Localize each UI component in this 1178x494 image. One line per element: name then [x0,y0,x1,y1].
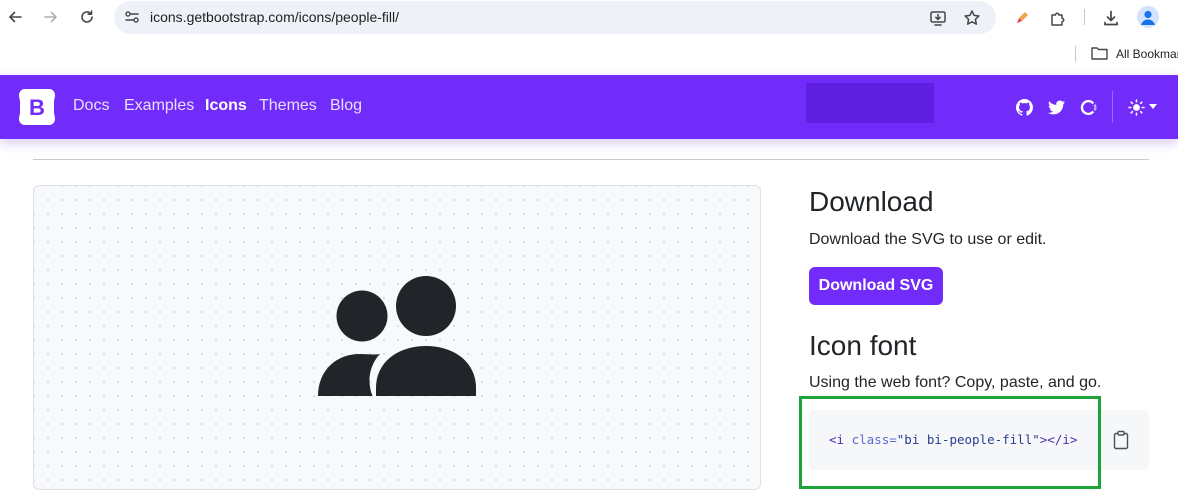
download-description: Download the SVG to use or edit. [809,231,1047,248]
back-icon[interactable] [4,6,26,28]
toolbar-separator [1084,9,1085,25]
download-icon[interactable] [1100,7,1122,29]
icon-font-description: Using the web font? Copy, paste, and go. [809,374,1102,391]
bootstrap-logo[interactable]: B [18,89,56,125]
pen-extension-icon[interactable] [1011,7,1033,29]
forward-icon[interactable] [40,6,62,28]
caret-down-icon [1149,104,1157,109]
download-heading: Download [809,186,934,217]
navbar-separator [1112,91,1113,123]
icon-font-heading: Icon font [809,330,917,361]
theme-toggle[interactable] [1128,97,1160,117]
twitter-icon[interactable] [1047,98,1065,116]
opencollective-icon[interactable] [1079,98,1097,116]
bookmarks-separator [1075,46,1076,62]
icon-preview-panel [33,185,761,490]
github-icon[interactable] [1015,98,1033,116]
brand-letter: B [29,95,45,120]
highlight-box [799,396,1101,489]
puzzle-icon[interactable] [1047,7,1069,29]
star-icon[interactable] [962,8,982,28]
reload-icon[interactable] [76,6,98,28]
all-bookmarks-link[interactable]: All Bookmar [1116,47,1178,61]
nav-link-themes[interactable]: Themes [259,97,317,115]
site-navbar: B Docs Examples Icons Themes Blog [0,75,1178,139]
nav-link-blog[interactable]: Blog [330,97,362,115]
browser-toolbar: icons.getbootstrap.com/icons/people-fill… [0,0,1178,75]
nav-link-icons[interactable]: Icons [205,97,247,115]
divider [33,159,1149,160]
address-bar[interactable]: icons.getbootstrap.com/icons/people-fill… [114,1,996,34]
download-svg-button[interactable]: Download SVG [809,267,943,305]
nav-link-examples[interactable]: Examples [124,97,194,115]
clipboard-icon[interactable] [1112,430,1130,450]
folder-icon [1091,47,1108,60]
people-fill-icon [318,276,476,396]
site-settings-icon[interactable] [124,9,140,25]
nav-link-docs[interactable]: Docs [73,97,109,115]
sun-icon [1128,98,1145,116]
url-text[interactable]: icons.getbootstrap.com/icons/people-fill… [150,9,399,25]
install-app-icon[interactable] [928,8,948,28]
profile-icon[interactable] [1137,6,1159,28]
background-ad-block [806,83,934,123]
